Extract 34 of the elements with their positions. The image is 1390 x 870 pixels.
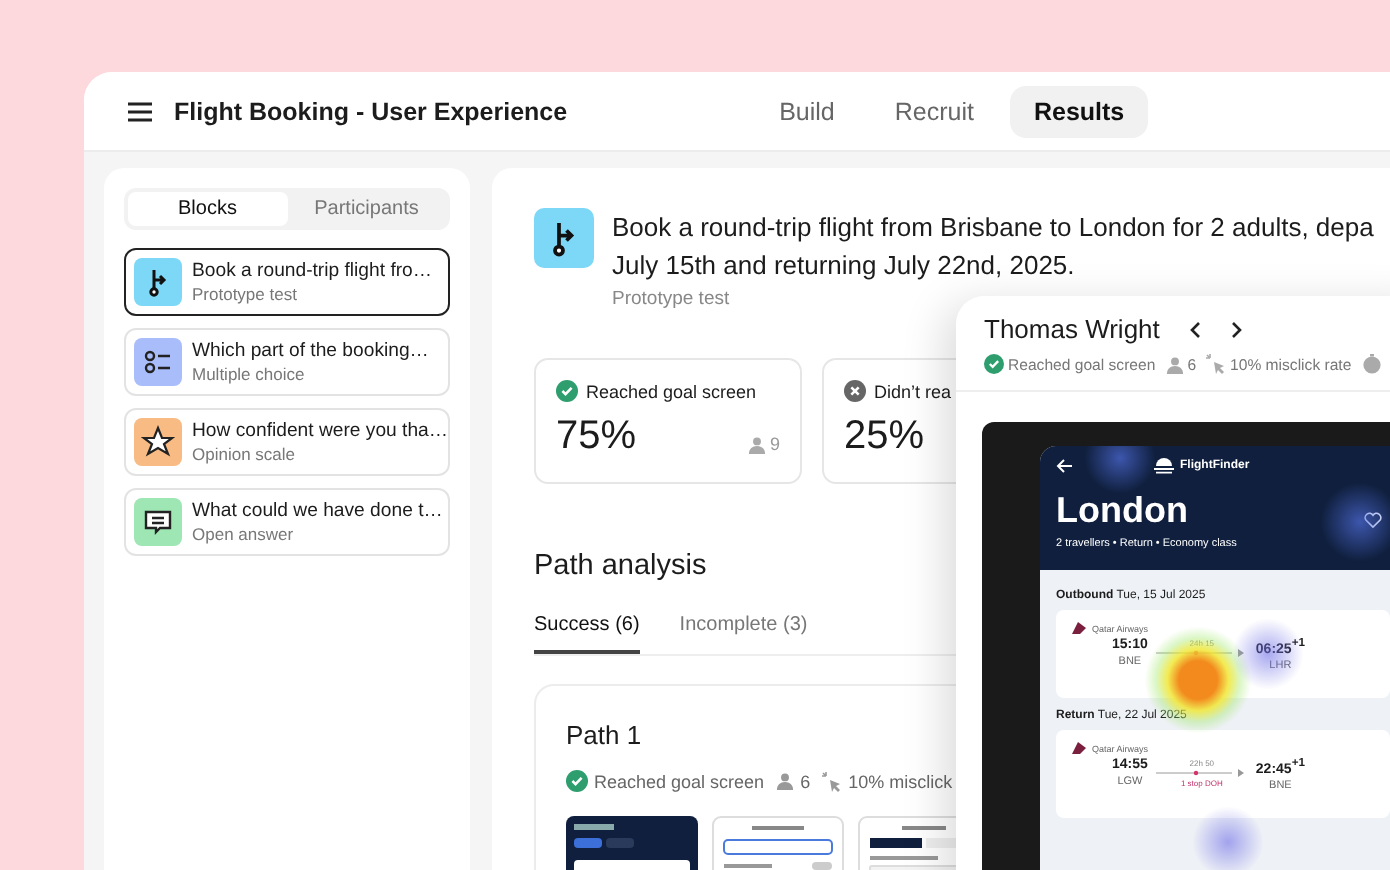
block-type: Opinion scale [192,444,298,464]
block-type: Prototype test [192,284,299,304]
participant-count: 9 [769,434,780,454]
stat-label: Didn’t rea [874,381,952,401]
nav-tab[interactable]: Build [755,85,859,137]
task-title: July 15th and returning July 22nd, 2025. [612,248,1077,284]
nav-tab[interactable]: Results [1009,85,1149,137]
participant-count: 6 [800,771,811,791]
block-title: Which part of the booking… [192,340,429,362]
path-title: Path 1 [566,720,642,750]
block-type: Open answer [192,524,296,544]
path-status: Reached goal screen [594,771,765,791]
block-title: What could we have done t… [192,500,440,522]
sidebar-tab[interactable]: Blocks [128,192,287,226]
stat-value: 75% [556,414,637,460]
stat-label: Reached goal screen [586,381,757,401]
block-type: Multiple choice [192,364,307,384]
stat-value: 25% [844,414,925,460]
task-title: Book a round-trip flight from Brisbane to London for 2 adults, depa [612,210,1374,246]
path-tab[interactable]: Success (6) [534,606,640,654]
project-title: Flight Booking - User Experience [174,97,568,125]
block-item[interactable]: Which part of the booking… Multiple choice [124,328,450,396]
nav-tab[interactable]: Recruit [870,85,998,137]
misclick-rate: 10% misclick [848,771,953,791]
task-type: Prototype test [612,288,732,310]
block-item[interactable]: What could we have done t… Open answer [124,488,450,556]
destination-title: London [1056,490,1188,532]
block-title: Book a round-trip flight fro… [192,260,432,282]
path-tab[interactable]: Incomplete (3) [679,606,808,654]
block-item[interactable]: How confident were you tha… Opinion scale [124,408,450,476]
block-item[interactable]: Book a round-trip flight fro… Prototype test [124,248,450,316]
sidebar-tab[interactable]: Participants [287,192,446,226]
section-title: Path analysis [534,550,709,582]
participant-name: Thomas Wright [984,314,1160,344]
